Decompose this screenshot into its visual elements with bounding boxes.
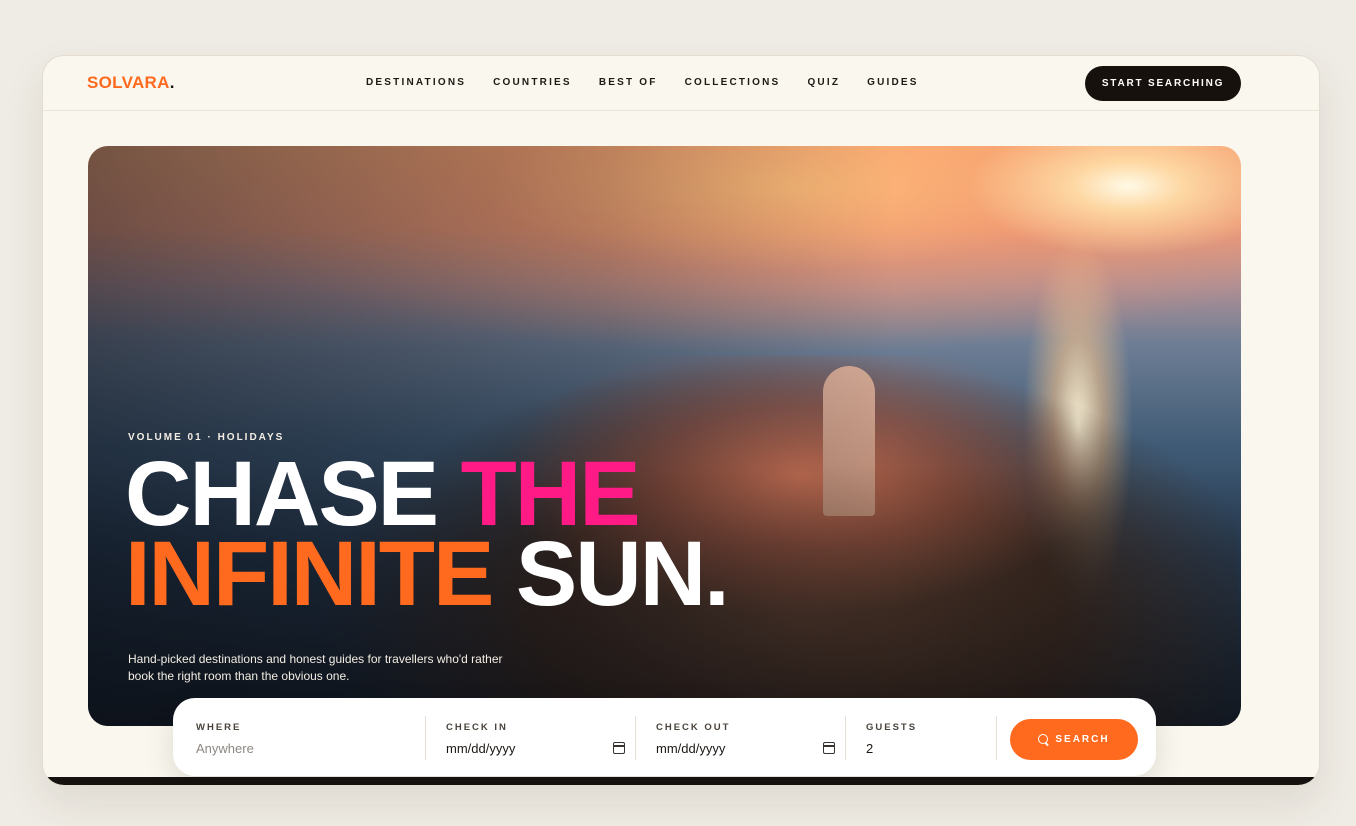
calendar-icon[interactable] bbox=[823, 742, 835, 754]
search-divider bbox=[635, 716, 636, 760]
check-out-field[interactable]: CHECK OUT mm/dd/yyyy bbox=[656, 698, 836, 776]
headline-infinite: INFINITE bbox=[125, 523, 516, 625]
hero-headline: CHASE THE INFINITE SUN. bbox=[125, 448, 730, 620]
logo[interactable]: SOLVARA. bbox=[87, 73, 175, 93]
search-divider bbox=[845, 716, 846, 760]
nav-menu: DESTINATIONS COUNTRIES BEST OF COLLECTIO… bbox=[366, 77, 946, 88]
nav-item-countries[interactable]: COUNTRIES bbox=[493, 77, 572, 88]
where-input[interactable]: Anywhere bbox=[196, 741, 254, 756]
start-searching-button[interactable]: START SEARCHING bbox=[1085, 66, 1241, 101]
headline-line-2: INFINITE SUN. bbox=[125, 528, 730, 620]
hero-kicker: VOLUME 01 · HOLIDAYS bbox=[128, 432, 285, 443]
search-divider bbox=[425, 716, 426, 760]
check-in-field[interactable]: CHECK IN mm/dd/yyyy bbox=[446, 698, 626, 776]
check-out-label: CHECK OUT bbox=[656, 722, 731, 733]
guests-field[interactable]: GUESTS 2 bbox=[866, 698, 986, 776]
nav-item-quiz[interactable]: QUIZ bbox=[807, 77, 840, 88]
check-out-input[interactable]: mm/dd/yyyy bbox=[656, 741, 725, 756]
guests-label: GUESTS bbox=[866, 722, 918, 733]
nav-item-destinations[interactable]: DESTINATIONS bbox=[366, 77, 466, 88]
section-footer-strip bbox=[43, 777, 1319, 785]
hero-subcopy: Hand-picked destinations and honest guid… bbox=[128, 652, 503, 683]
logo-text: SOLVARA bbox=[87, 73, 170, 92]
guests-input[interactable]: 2 bbox=[866, 741, 873, 756]
search-button-label: SEARCH bbox=[1055, 734, 1110, 745]
where-label: WHERE bbox=[196, 722, 242, 733]
hero-banner: VOLUME 01 · HOLIDAYS CHASE THE INFINITE … bbox=[88, 146, 1241, 726]
search-button[interactable]: SEARCH bbox=[1010, 719, 1138, 760]
nav-item-best-of[interactable]: BEST OF bbox=[599, 77, 658, 88]
logo-dot: . bbox=[169, 73, 175, 92]
headline-line-1: CHASE THE bbox=[125, 448, 728, 540]
nav-item-collections[interactable]: COLLECTIONS bbox=[685, 77, 781, 88]
check-in-input[interactable]: mm/dd/yyyy bbox=[446, 741, 515, 756]
search-bar: WHERE Anywhere CHECK IN mm/dd/yyyy CHECK… bbox=[173, 698, 1156, 776]
headline-sun: SUN. bbox=[515, 523, 730, 625]
search-divider bbox=[996, 716, 997, 760]
browser-frame: SOLVARA. DESTINATIONS COUNTRIES BEST OF … bbox=[42, 55, 1320, 786]
search-icon bbox=[1038, 734, 1049, 745]
where-field[interactable]: WHERE Anywhere bbox=[196, 698, 416, 776]
top-navigation: SOLVARA. DESTINATIONS COUNTRIES BEST OF … bbox=[43, 56, 1319, 111]
check-in-label: CHECK IN bbox=[446, 722, 508, 733]
calendar-icon[interactable] bbox=[613, 742, 625, 754]
nav-item-guides[interactable]: GUIDES bbox=[867, 77, 919, 88]
